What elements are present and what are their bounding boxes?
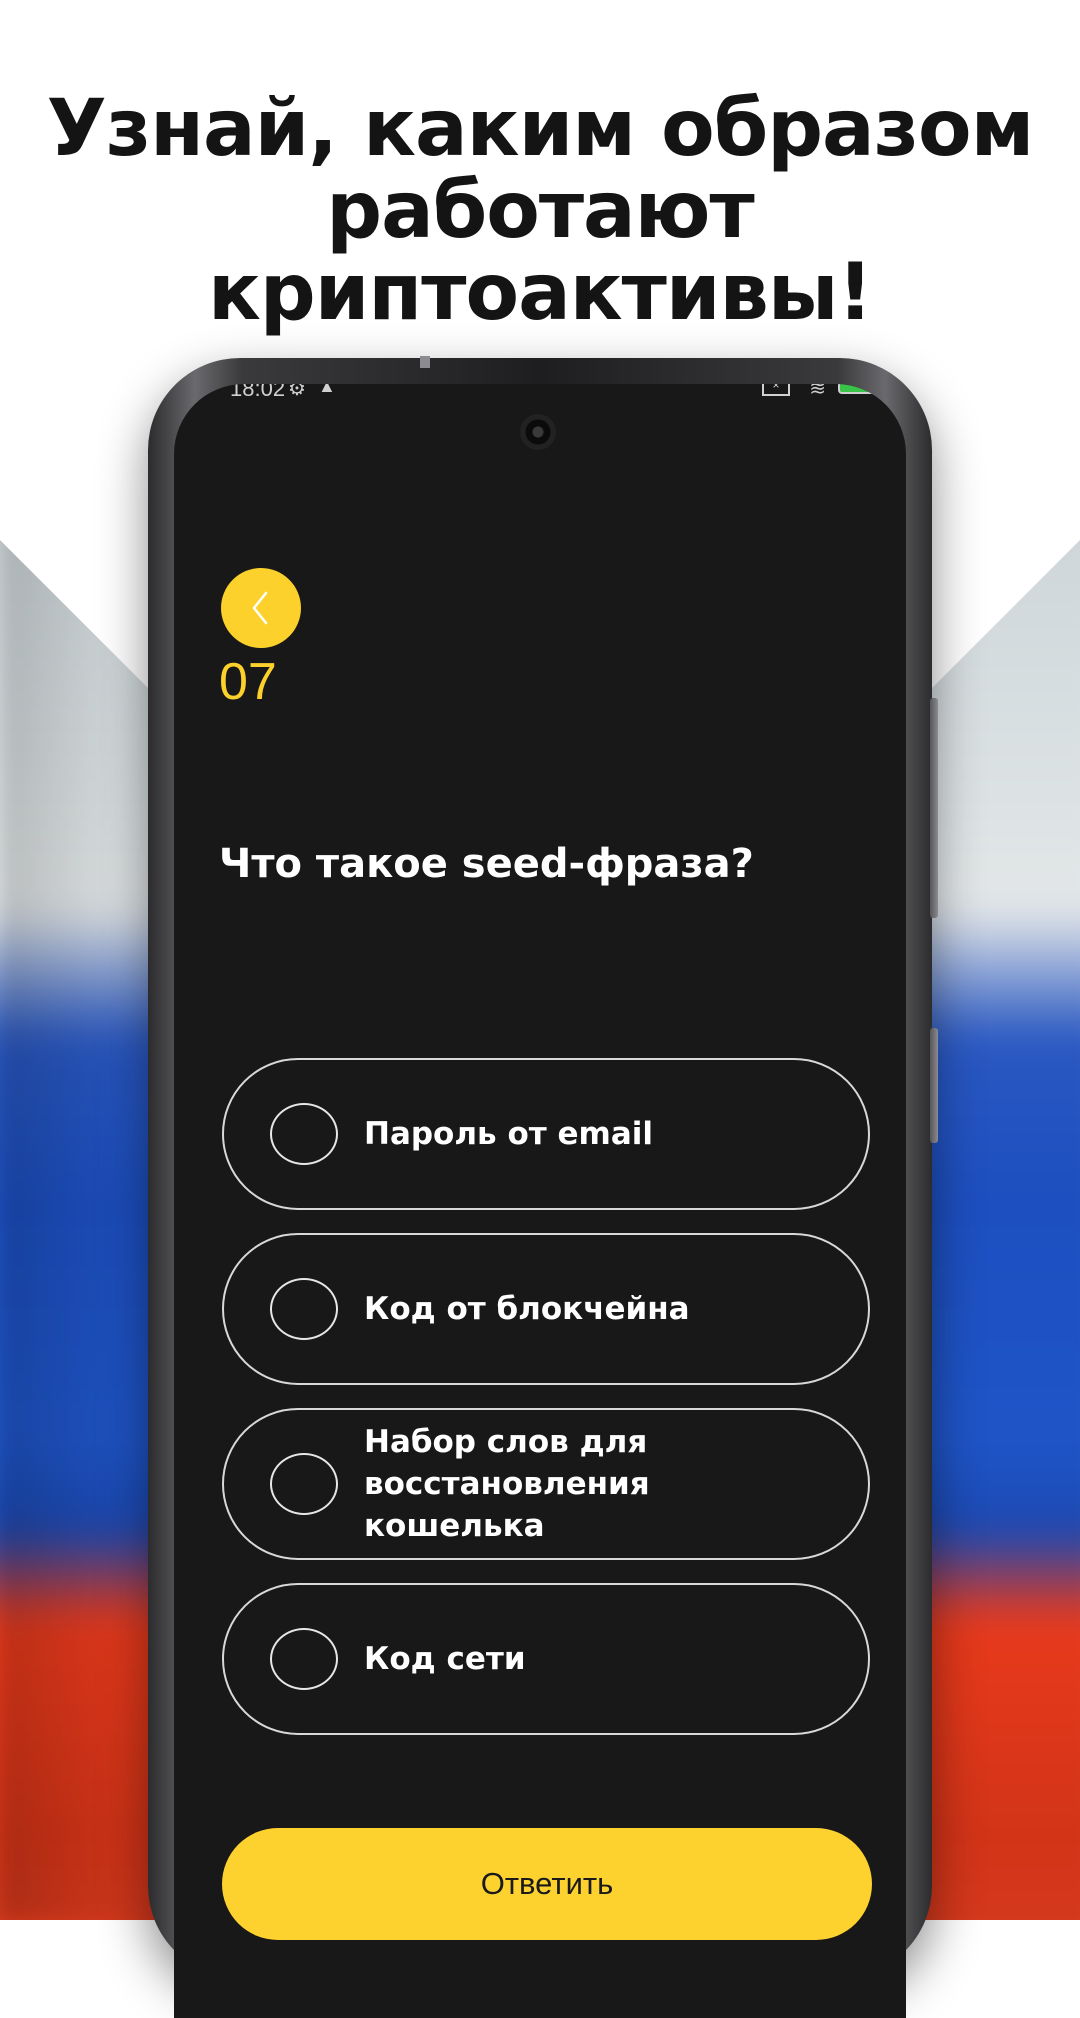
front-camera bbox=[520, 414, 556, 450]
back-button[interactable] bbox=[221, 568, 301, 648]
question-number: 07 bbox=[219, 653, 277, 711]
radio-button[interactable] bbox=[270, 1628, 338, 1690]
answer-option[interactable]: Набор слов для восстановления кошелька bbox=[222, 1408, 870, 1560]
no-sim-icon: × bbox=[762, 384, 790, 396]
headline-line-2: работают bbox=[326, 166, 754, 256]
phone-antenna-seam bbox=[420, 356, 430, 368]
headline-line-3: криптоактивы! bbox=[207, 248, 873, 338]
wifi-icon: ≋ bbox=[809, 384, 826, 400]
chevron-left-icon bbox=[252, 591, 268, 625]
phone-mockup: 18:02 ⚙ ▲ × ≋ 100 07 Что такое seed-фраз… bbox=[148, 356, 938, 2018]
phone-power-button bbox=[930, 1028, 938, 1143]
battery-icon: 100 bbox=[838, 384, 882, 394]
phone-screen: 18:02 ⚙ ▲ × ≋ 100 07 Что такое seed-фраз… bbox=[174, 384, 906, 2018]
radio-button[interactable] bbox=[270, 1278, 338, 1340]
promo-headline: Узнай, каким образом работают криптоакти… bbox=[0, 88, 1080, 334]
warning-icon: ▲ bbox=[318, 384, 336, 396]
submit-answer-button[interactable]: Ответить bbox=[222, 1828, 872, 1940]
question-title: Что такое seed-фраза? bbox=[219, 841, 754, 887]
answer-options: Пароль от email Код от блокчейна Набор с… bbox=[222, 1058, 874, 1758]
answer-option-label: Код от блокчейна bbox=[364, 1291, 690, 1327]
answer-option-label: Набор слов для восстановления кошелька bbox=[364, 1424, 650, 1544]
answer-option-label: Код сети bbox=[364, 1641, 526, 1677]
answer-option[interactable]: Код от блокчейна bbox=[222, 1233, 870, 1385]
answer-option[interactable]: Пароль от email bbox=[222, 1058, 870, 1210]
status-time: 18:02 bbox=[230, 384, 286, 401]
status-bar: 18:02 ⚙ ▲ × ≋ 100 bbox=[174, 384, 906, 404]
headline-line-1: Узнай, каким образом bbox=[46, 84, 1035, 174]
answer-option-label: Пароль от email bbox=[364, 1116, 654, 1152]
radio-button[interactable] bbox=[270, 1103, 338, 1165]
phone-volume-button bbox=[930, 698, 938, 918]
settings-gear-icon: ⚙ bbox=[288, 384, 306, 400]
radio-button[interactable] bbox=[270, 1453, 338, 1515]
answer-option[interactable]: Код сети bbox=[222, 1583, 870, 1735]
